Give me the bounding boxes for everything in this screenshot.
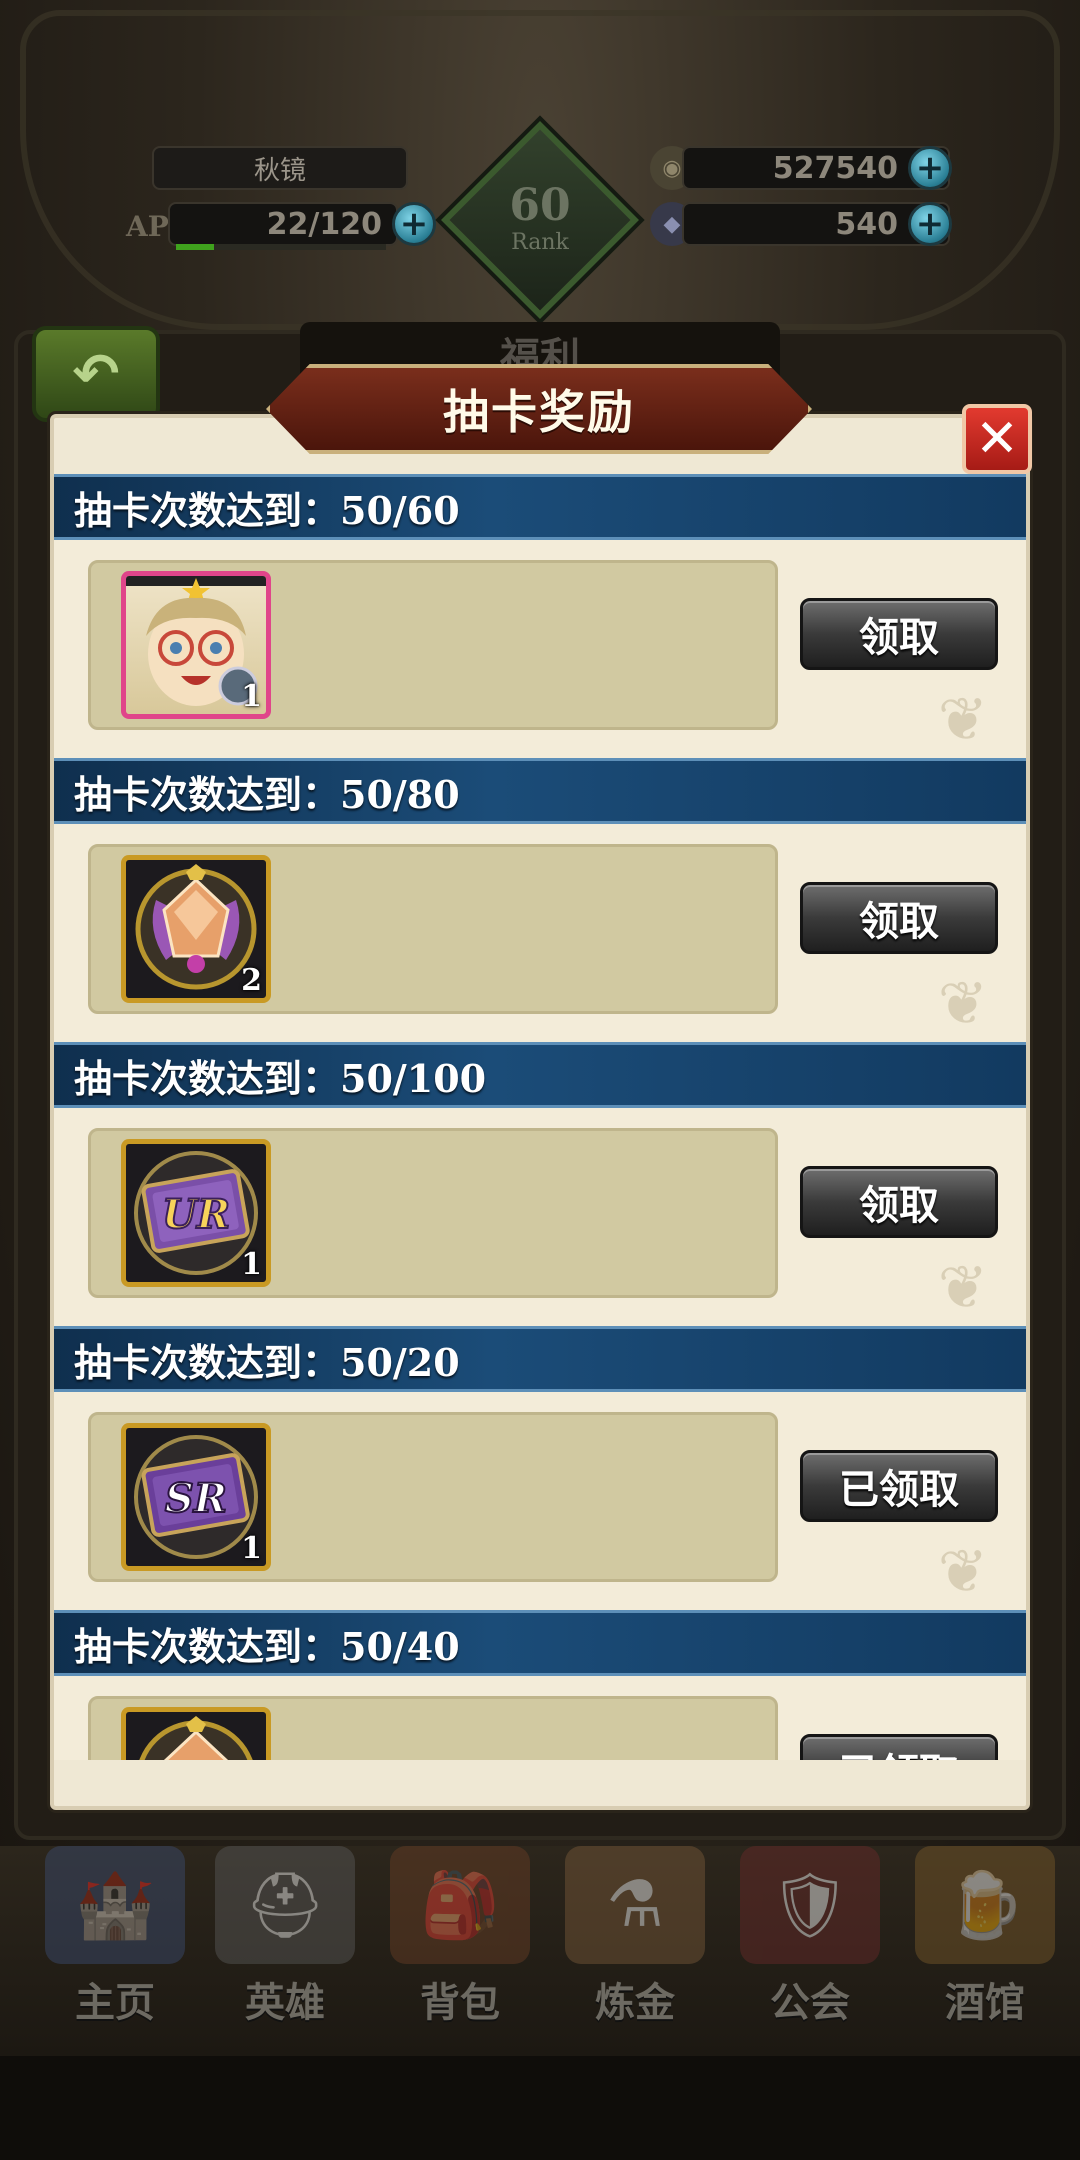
reward-body: UR 1 领取 ❦ — [54, 1108, 1026, 1326]
nav-label: 炼金 — [595, 1980, 675, 2026]
add-gem-button[interactable]: + — [908, 202, 952, 246]
reward-requirement-header: 抽卡次数达到：50/40 — [54, 1610, 1026, 1676]
decorative-flourish: ❦ — [937, 1537, 988, 1607]
reward-row: 抽卡次数达到：50/80 2 领取 ❦ — [54, 758, 1026, 1042]
alchemy-flask-icon: ⚗ — [565, 1846, 705, 1964]
nav-label: 公会 — [770, 1980, 850, 2026]
nav-item-tavern[interactable]: 🍺 酒馆 — [900, 1846, 1070, 2056]
reward-list[interactable]: 抽卡次数达到：50/60 1 领取 ❦ 抽卡次数达到：50/80 2 领取 ❦ … — [54, 474, 1026, 1760]
item-quantity: 2 — [241, 963, 262, 998]
claimed-button[interactable]: 已领取 — [800, 1734, 998, 1760]
ap-label: AP — [126, 210, 169, 243]
tavern-icon: 🍺 — [915, 1846, 1055, 1964]
ap-progress-fill — [176, 244, 214, 250]
item-quantity: 1 — [241, 679, 262, 714]
item-quantity: 1 — [241, 1531, 262, 1566]
rank-label: Rank — [511, 230, 569, 255]
claim-button[interactable]: 领取 — [800, 1166, 998, 1238]
hero-portrait-icon[interactable]: 1 — [121, 571, 271, 719]
item-quantity: 1 — [241, 1247, 262, 1282]
reward-requirement: 抽卡次数达到：50/80 — [74, 771, 460, 817]
svg-text:UR: UR — [162, 1191, 230, 1238]
ur-ticket-icon[interactable]: UR 1 — [121, 1139, 271, 1287]
crystal-emblem-icon[interactable]: 2 — [121, 855, 271, 1003]
bottom-nav: 🏰 主页 ⛑ 英雄 🎒 背包 ⚗ 炼金 🛡 公会 🍺 酒馆 — [0, 1846, 1080, 2056]
ap-progress-bar — [176, 244, 386, 250]
reward-item-frame — [88, 1696, 778, 1760]
ap-value: 22/120 — [168, 202, 398, 246]
decorative-flourish: ❦ — [937, 1253, 988, 1323]
reward-body: 1 领取 ❦ — [54, 540, 1026, 758]
modal-title-banner: 抽卡奖励 — [266, 364, 812, 454]
reward-item-frame: SR 1 — [88, 1412, 778, 1582]
reward-item-frame: UR 1 — [88, 1128, 778, 1298]
nav-label: 英雄 — [245, 1980, 325, 2026]
nav-label: 背包 — [420, 1980, 500, 2026]
reward-requirement: 抽卡次数达到：50/20 — [74, 1339, 460, 1385]
reward-body: 已领取 — [54, 1676, 1026, 1760]
decorative-flourish: ❦ — [937, 969, 988, 1039]
backpack-icon: 🎒 — [390, 1846, 530, 1964]
reward-requirement-header: 抽卡次数达到：50/20 — [54, 1326, 1026, 1392]
claim-button[interactable]: 领取 — [800, 598, 998, 670]
player-name: 秋镜 — [152, 146, 408, 190]
claim-button-label: 领取 — [859, 899, 939, 945]
back-arrow-icon: ↶ — [72, 341, 120, 407]
close-button[interactable]: ✕ — [962, 404, 1032, 474]
reward-requirement: 抽卡次数达到：50/100 — [74, 1055, 487, 1101]
decorative-flourish: ❦ — [937, 685, 988, 755]
guild-shield-icon: 🛡 — [740, 1846, 880, 1964]
top-hud: 秋镜 AP 22/120 + 60 Rank ◉ 527540 + ◆ 540 … — [0, 0, 1080, 422]
nav-label: 主页 — [75, 1980, 155, 2026]
claim-button-label: 领取 — [859, 1183, 939, 1229]
nav-item-heroes[interactable]: ⛑ 英雄 — [200, 1846, 370, 2056]
claimed-button[interactable]: 已领取 — [800, 1450, 998, 1522]
crystal-emblem-graphic — [139, 1716, 253, 1760]
rank-value: 60 — [509, 180, 571, 231]
sr-ticket-icon[interactable]: SR 1 — [121, 1423, 271, 1571]
reward-requirement-header: 抽卡次数达到：50/80 — [54, 758, 1026, 824]
reward-body: 2 领取 ❦ — [54, 824, 1026, 1042]
reward-requirement: 抽卡次数达到：50/60 — [74, 487, 460, 533]
reward-body: SR 1 已领取 ❦ — [54, 1392, 1026, 1610]
reward-row: 抽卡次数达到：50/20 SR 1 已领取 ❦ — [54, 1326, 1026, 1610]
reward-row: 抽卡次数达到：50/40 已领取 — [54, 1610, 1026, 1760]
castle-icon: 🏰 — [45, 1846, 185, 1964]
modal-title: 抽卡奖励 — [443, 385, 635, 439]
reward-item-frame: 2 — [88, 844, 778, 1014]
close-icon: ✕ — [975, 409, 1019, 469]
claim-button-label: 领取 — [859, 615, 939, 661]
reward-requirement-header: 抽卡次数达到：50/100 — [54, 1042, 1026, 1108]
claim-button[interactable]: 领取 — [800, 882, 998, 954]
nav-label: 酒馆 — [945, 1980, 1025, 2026]
footer-strip — [0, 2056, 1080, 2160]
claim-button-label: 已领取 — [839, 1741, 959, 1760]
hero-helmet-icon: ⛑ — [215, 1846, 355, 1964]
reward-row: 抽卡次数达到：50/100 UR 1 领取 ❦ — [54, 1042, 1026, 1326]
svg-text:SR: SR — [165, 1475, 227, 1522]
add-ap-button[interactable]: + — [392, 202, 436, 246]
back-button[interactable]: ↶ — [32, 326, 160, 422]
reward-requirement-header: 抽卡次数达到：50/60 — [54, 474, 1026, 540]
nav-item-bag[interactable]: 🎒 背包 — [375, 1846, 545, 2056]
crystal-emblem-icon[interactable] — [121, 1707, 271, 1760]
claim-button-label: 已领取 — [839, 1467, 959, 1513]
nav-item-home[interactable]: 🏰 主页 — [30, 1846, 200, 2056]
nav-item-guild[interactable]: 🛡 公会 — [725, 1846, 895, 2056]
reward-item-frame: 1 — [88, 560, 778, 730]
nav-item-alchemy[interactable]: ⚗ 炼金 — [550, 1846, 720, 2056]
add-gold-button[interactable]: + — [908, 146, 952, 190]
reward-row: 抽卡次数达到：50/60 1 领取 ❦ — [54, 474, 1026, 758]
reward-requirement: 抽卡次数达到：50/40 — [74, 1623, 460, 1669]
